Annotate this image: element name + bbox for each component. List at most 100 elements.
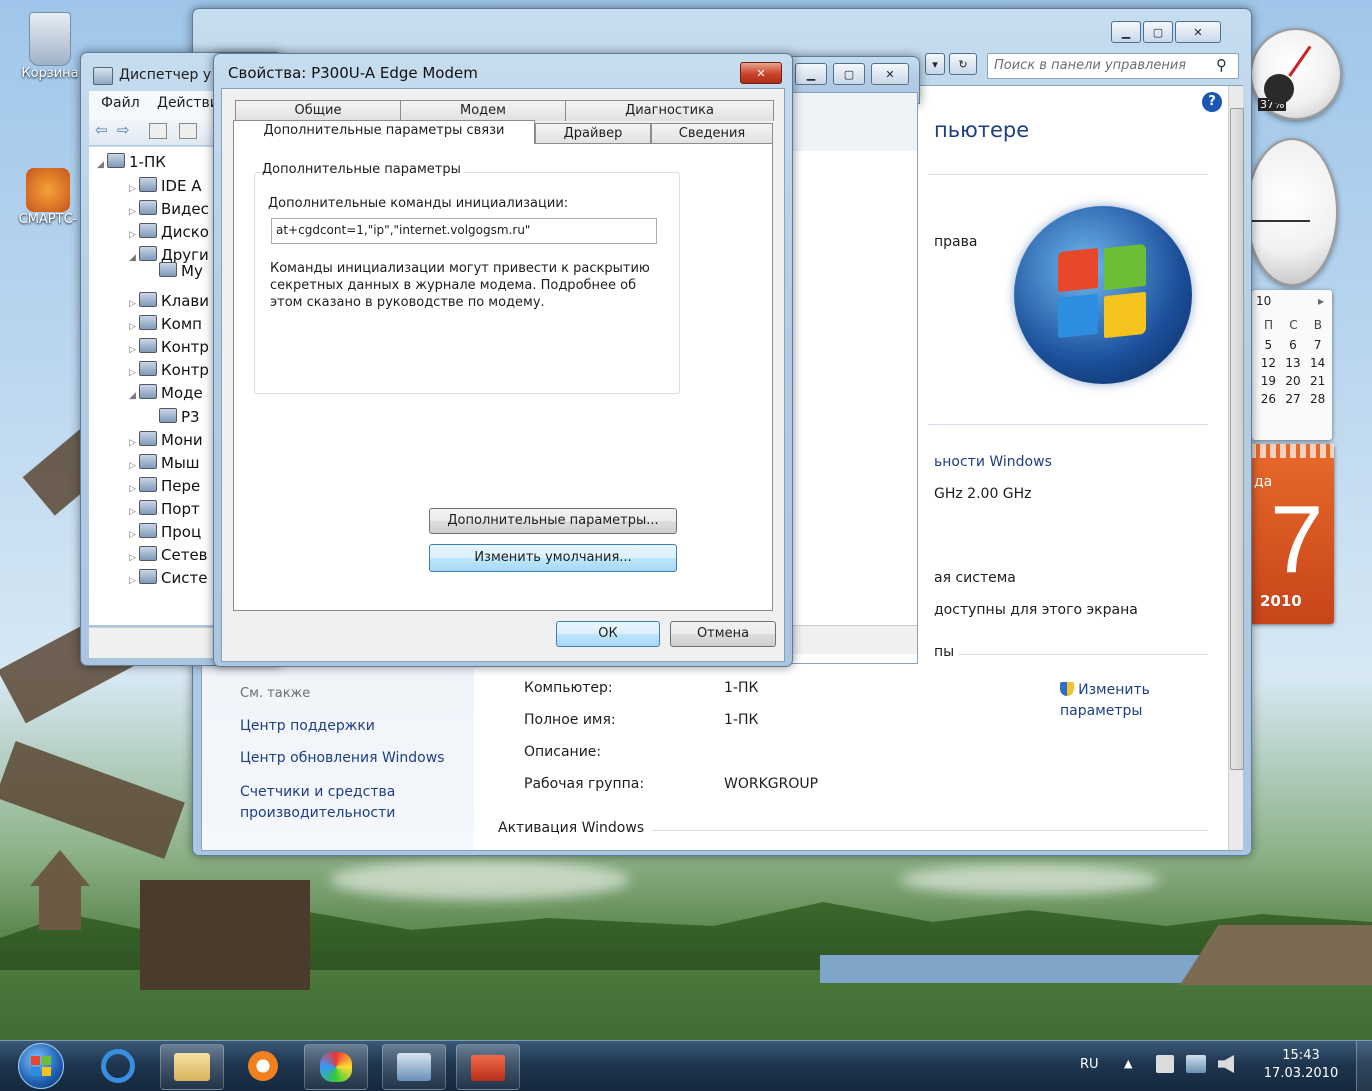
tree-item[interactable]: ▷ Комп bbox=[129, 315, 202, 333]
tree-item[interactable]: ▷ Клави bbox=[129, 292, 209, 310]
tree-item[interactable]: ▷ Порт bbox=[129, 500, 200, 518]
cal-cell[interactable]: 26 bbox=[1261, 390, 1276, 408]
scrollbar[interactable] bbox=[1228, 86, 1244, 850]
close-button[interactable]: ✕ bbox=[871, 63, 909, 85]
change-defaults-button[interactable]: Изменить умолчания... bbox=[429, 544, 677, 572]
back-icon[interactable]: ⇦ bbox=[95, 121, 108, 139]
search-input[interactable]: Поиск в панели управления bbox=[994, 58, 1186, 73]
tree-item[interactable]: ▷ Мони bbox=[129, 431, 203, 449]
cancel-button[interactable]: Отмена bbox=[670, 621, 776, 647]
network-icon[interactable] bbox=[1186, 1055, 1206, 1073]
init-commands-value[interactable]: at+cgdcont=1,"ip","internet.volgogsm.ru" bbox=[276, 223, 530, 237]
cal-cell[interactable]: 6 bbox=[1289, 336, 1297, 354]
modem-properties-dialog: Свойства: P300U-A Edge Modem ✕ Общие Мод… bbox=[213, 53, 793, 667]
search-icon[interactable]: ⚲ bbox=[1216, 56, 1227, 74]
tab-details[interactable]: Сведения bbox=[651, 123, 773, 144]
tree-item[interactable]: ▷ Диско bbox=[129, 223, 209, 241]
tab-modem[interactable]: Модем bbox=[400, 100, 566, 121]
change-params-label[interactable]: Изменить параметры bbox=[1060, 682, 1150, 719]
clock[interactable]: 15:43 17.03.2010 bbox=[1256, 1047, 1346, 1083]
minimize-button[interactable]: ▁ bbox=[1111, 21, 1141, 43]
desktop-icon-recycle-bin[interactable]: Корзина bbox=[10, 12, 90, 81]
taskbar: RU ▲ 15:43 17.03.2010 bbox=[0, 1040, 1372, 1091]
taskbar-media-player[interactable] bbox=[232, 1044, 294, 1088]
tree-item[interactable]: ▷ Пере bbox=[129, 477, 200, 495]
taskbar-ie[interactable] bbox=[96, 1047, 140, 1085]
display-icon bbox=[139, 200, 157, 215]
cpu-meter-gadget[interactable]: 37% bbox=[1250, 28, 1342, 120]
clock-hand bbox=[1250, 220, 1310, 222]
advanced-params-button[interactable]: Дополнительные параметры... bbox=[429, 508, 677, 534]
volume-icon[interactable] bbox=[1218, 1055, 1234, 1073]
taskbar-paint[interactable] bbox=[304, 1044, 368, 1090]
link-performance[interactable]: Счетчики и средства производительности bbox=[240, 782, 460, 824]
show-desktop-button[interactable] bbox=[1356, 1041, 1372, 1091]
clock-gadget[interactable] bbox=[1211, 138, 1338, 286]
init-commands-field[interactable]: at+cgdcont=1,"ip","internet.volgogsm.ru" bbox=[271, 218, 657, 244]
tree-item[interactable]: My bbox=[159, 262, 203, 280]
link-windows-update[interactable]: Центр обновления Windows bbox=[240, 750, 444, 766]
taskbar-toolbox[interactable] bbox=[456, 1044, 520, 1090]
taskbar-device-manager[interactable] bbox=[382, 1044, 446, 1090]
cal-cell[interactable]: 19 bbox=[1261, 372, 1276, 390]
tree-item[interactable]: P3 bbox=[159, 408, 200, 426]
desktop-icon-smarts[interactable]: СМАРТС- bbox=[8, 168, 88, 227]
tab-general[interactable]: Общие bbox=[235, 100, 401, 121]
language-indicator[interactable]: RU bbox=[1080, 1057, 1099, 1072]
history-dropdown-icon[interactable]: ▾ bbox=[925, 53, 945, 75]
date-gadget[interactable]: да 7 2010 bbox=[1250, 444, 1334, 624]
tree-item[interactable]: ▷ Видес bbox=[129, 200, 209, 218]
start-button[interactable] bbox=[18, 1043, 64, 1089]
cloud bbox=[330, 860, 630, 900]
ok-button[interactable]: ОК bbox=[556, 621, 660, 647]
calendar-gadget[interactable]: 10 ▸ П С В 567 12 13 14 19 20 21 26 27 28 bbox=[1252, 290, 1332, 440]
cal-cell[interactable]: 20 bbox=[1285, 372, 1300, 390]
scrollbar-thumb[interactable] bbox=[1230, 108, 1244, 770]
search-box[interactable]: Поиск в панели управления ⚲ bbox=[987, 53, 1239, 79]
system-type-value: ая система bbox=[934, 570, 1016, 586]
help-icon[interactable]: ? bbox=[1202, 92, 1222, 112]
tab-driver[interactable]: Драйвер bbox=[535, 123, 651, 144]
calendar-next-icon[interactable]: ▸ bbox=[1318, 294, 1324, 308]
cal-cell[interactable]: 5 bbox=[1265, 336, 1273, 354]
tree-item[interactable]: ▷ Контр bbox=[129, 361, 209, 379]
refresh-icon[interactable]: ↻ bbox=[949, 53, 977, 75]
link-action-center[interactable]: Центр поддержки bbox=[240, 718, 375, 734]
menu-file[interactable]: Файл bbox=[101, 95, 140, 111]
close-button[interactable]: ✕ bbox=[1175, 21, 1221, 43]
link-experience-index[interactable]: ьности Windows bbox=[934, 454, 1052, 470]
menu-action[interactable]: Действи bbox=[157, 95, 219, 111]
cal-cell[interactable]: 7 bbox=[1314, 336, 1322, 354]
modem-icon bbox=[139, 384, 157, 399]
dialog-close-button[interactable]: ✕ bbox=[740, 62, 782, 84]
tree-item[interactable]: ▷ Сетев bbox=[129, 546, 208, 564]
show-hidden-icons[interactable]: ▲ bbox=[1124, 1057, 1132, 1070]
cal-cell[interactable]: 13 bbox=[1285, 354, 1300, 372]
logo-pane-green bbox=[1104, 243, 1146, 291]
forward-icon[interactable]: ⇨ bbox=[117, 121, 130, 139]
tab-diagnostics[interactable]: Диагностика bbox=[565, 100, 774, 121]
action-center-flag-icon[interactable] bbox=[1156, 1055, 1174, 1073]
maximize-button[interactable]: ▢ bbox=[833, 63, 865, 85]
tree-item[interactable]: ▷ Систе bbox=[129, 569, 207, 587]
tree-root[interactable]: ◢ 1-ПК bbox=[97, 153, 166, 171]
cal-cell[interactable]: 28 bbox=[1310, 390, 1325, 408]
tree-item[interactable]: ▷ Мыш bbox=[129, 454, 200, 472]
change-params-link[interactable]: Изменить параметры bbox=[1060, 680, 1180, 722]
cal-cell[interactable]: 14 bbox=[1310, 354, 1325, 372]
maximize-button[interactable]: ▢ bbox=[1143, 21, 1173, 43]
properties-icon[interactable] bbox=[149, 123, 167, 139]
tree-item[interactable]: ▷ Проц bbox=[129, 523, 201, 541]
cal-cell[interactable]: 27 bbox=[1285, 390, 1300, 408]
help-icon[interactable] bbox=[179, 123, 197, 139]
tree-label: Пере bbox=[161, 477, 201, 495]
taskbar-explorer[interactable] bbox=[160, 1044, 224, 1090]
cal-cell[interactable]: 12 bbox=[1261, 354, 1276, 372]
tree-item[interactable]: ▷ IDE A bbox=[129, 177, 201, 195]
tree-item[interactable]: ▷ Контр bbox=[129, 338, 209, 356]
cal-cell[interactable]: 21 bbox=[1310, 372, 1325, 390]
divider bbox=[928, 424, 1208, 425]
tree-item[interactable]: ◢ Моде bbox=[129, 384, 203, 402]
minimize-button[interactable]: ▁ bbox=[795, 63, 827, 85]
tab-advanced[interactable]: Дополнительные параметры связи bbox=[233, 120, 535, 144]
